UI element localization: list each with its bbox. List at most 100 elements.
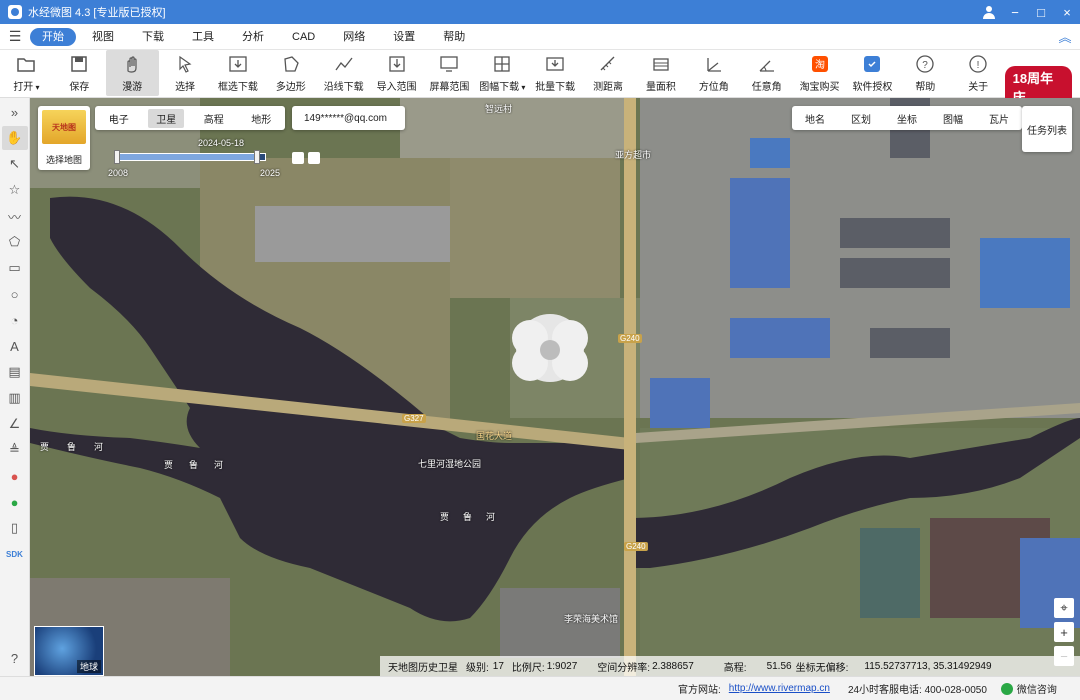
hamburger-menu-icon[interactable]: ☰	[0, 28, 30, 45]
taobao-icon: 淘	[810, 54, 830, 74]
help-circle-icon[interactable]: ?	[2, 646, 28, 670]
task-list-button[interactable]: 任务列表	[1022, 106, 1072, 152]
map-source-selector[interactable]: 天地图 选择地图	[38, 106, 90, 170]
angle-icon	[757, 54, 777, 74]
toolbar-folder-button[interactable]: 打开	[0, 50, 53, 96]
footer-bar: 官方网站: http://www.rivermap.cn 24小时客服电话: 4…	[0, 676, 1080, 700]
layer-stack-icon[interactable]: ▥	[2, 386, 28, 410]
measure-ruler-icon[interactable]: ▤	[2, 360, 28, 384]
toolbar-save-button[interactable]: 保存	[53, 50, 106, 96]
toolbar-import-range-button[interactable]: 导入范围	[370, 50, 423, 96]
tab-network[interactable]: 网络	[331, 28, 377, 46]
menu-bar: ☰ 开始 视图 下载 工具 分析 CAD 网络 设置 帮助 ︽	[0, 24, 1080, 50]
toolbar-measure-area-button[interactable]: 量面积	[635, 50, 688, 96]
tab-download[interactable]: 下载	[130, 28, 176, 46]
label-river-middle: 贾鲁河	[164, 460, 240, 470]
toolbar-screen-range-button[interactable]: 屏幕范围	[423, 50, 476, 96]
toolbar-polygon-button[interactable]: 多边形	[264, 50, 317, 96]
polyline-icon[interactable]: 〰	[2, 204, 28, 228]
toolbar-hand-button[interactable]: 漫游	[105, 50, 159, 96]
tab-cad[interactable]: CAD	[280, 28, 327, 46]
timeline-prev-button[interactable]	[292, 152, 304, 164]
maximize-button[interactable]: □	[1028, 0, 1054, 24]
svg-text:淘: 淘	[815, 58, 825, 71]
toolbar-license-button[interactable]: 软件授权	[846, 50, 899, 96]
map-type-vector[interactable]: 电子	[101, 109, 137, 128]
toolbar-label: 屏幕范围	[429, 81, 470, 93]
toolbar-label: 任意角	[751, 81, 782, 93]
toolbar-line-download-button[interactable]: 沿线下载	[317, 50, 370, 96]
layer-coordinates[interactable]: 坐标	[897, 111, 917, 126]
user-icon[interactable]	[976, 0, 1002, 24]
toolbar-label: 方位角	[698, 81, 729, 93]
expand-sidebar-icon[interactable]: »	[2, 100, 28, 124]
account-email[interactable]: 149******@qq.com	[292, 106, 405, 130]
status-scale-label: 比例尺:	[511, 662, 545, 674]
pan-hand-icon[interactable]: ✋	[1, 126, 28, 150]
timeline-end-year: 2025	[260, 168, 281, 178]
globe-label: 地球	[76, 660, 101, 673]
tab-tools[interactable]: 工具	[180, 28, 226, 46]
toolbar-measure-distance-button[interactable]: 测距离	[582, 50, 635, 96]
tab-start[interactable]: 开始	[30, 27, 76, 46]
map-type-terrain[interactable]: 地形	[243, 109, 279, 128]
box-download-icon	[228, 54, 248, 74]
zoom-in-button[interactable]: +	[1054, 622, 1074, 642]
toolbar-azimuth-button[interactable]: 方位角	[687, 50, 740, 96]
map-type-tabs: 电子 卫星 高程 地形	[95, 106, 285, 130]
toolbar-cursor-button[interactable]: 选择	[159, 50, 212, 96]
tab-view[interactable]: 视图	[80, 28, 126, 46]
tab-settings[interactable]: 设置	[381, 28, 427, 46]
device-icon[interactable]: ▯	[2, 516, 28, 540]
layer-sheets[interactable]: 图幅	[943, 111, 963, 126]
toolbar-info-button[interactable]: ! 关于	[952, 50, 1005, 96]
road-badge-g240-south: G240	[624, 542, 648, 551]
toolbar-box-download-button[interactable]: 框选下载	[212, 50, 265, 96]
close-button[interactable]: ×	[1054, 0, 1080, 24]
marker-icon[interactable]: ☆	[2, 178, 28, 202]
tab-analysis[interactable]: 分析	[230, 28, 276, 46]
status-elevation: 51.56	[766, 660, 792, 672]
sdk-icon[interactable]: SDK	[2, 542, 28, 566]
layer-tiles[interactable]: 瓦片	[989, 111, 1009, 126]
toolbar-sheet-download-button[interactable]: 图幅下载	[476, 50, 529, 96]
layer-placenames[interactable]: 地名	[805, 111, 825, 126]
line-download-icon	[334, 54, 354, 74]
tab-help[interactable]: 帮助	[431, 28, 477, 46]
circle-icon[interactable]: ○	[2, 282, 28, 306]
layer-districts[interactable]: 区划	[851, 111, 871, 126]
toolbar-angle-button[interactable]: 任意角	[740, 50, 793, 96]
collapse-ribbon-icon[interactable]: ︽	[1050, 27, 1080, 46]
timeline-handle[interactable]	[254, 150, 260, 164]
wechat-consult[interactable]: 微信咨询	[1000, 681, 1057, 696]
app-logo-icon	[8, 5, 22, 19]
toolbar-help-button[interactable]: ? 帮助	[899, 50, 952, 96]
toolbar-taobao-button[interactable]: 淘淘宝购买	[793, 50, 846, 96]
globe-minimap[interactable]: 地球	[34, 626, 104, 676]
elevation-icon[interactable]: ≜	[2, 438, 28, 462]
status-source: 天地图历史卫星	[388, 662, 458, 674]
timeline-slider[interactable]	[116, 153, 266, 161]
select-arrow-icon[interactable]: ↖	[2, 152, 28, 176]
label-museum: 李荣海美术馆	[564, 614, 619, 624]
toolbar-batch-download-button[interactable]: 批量下载	[529, 50, 582, 96]
map-type-elevation[interactable]: 高程	[196, 109, 232, 128]
green-plugin-icon[interactable]: ●	[2, 490, 28, 514]
support-phone: 24小时客服电话: 400-028-0050	[847, 685, 987, 696]
angle-tool-icon[interactable]: ∠	[2, 412, 28, 436]
timeline-next-button[interactable]	[308, 152, 320, 164]
color-plugin-icon[interactable]: ●	[2, 464, 28, 488]
toolbar-label: 图幅下载	[479, 78, 525, 93]
official-site-link[interactable]: http://www.rivermap.cn	[729, 683, 830, 694]
window-title: 水经微图 4.3 [专业版已授权]	[28, 7, 166, 19]
minimize-button[interactable]: −	[1002, 0, 1028, 24]
sector-icon[interactable]: ◔	[2, 308, 28, 332]
map-type-satellite[interactable]: 卫星	[148, 108, 185, 128]
status-resolution-label: 空间分辨率:	[597, 662, 651, 674]
locate-icon[interactable]: ⌖	[1054, 598, 1074, 618]
polygon-draw-icon[interactable]: ⬠	[2, 230, 28, 254]
timeline-start-handle[interactable]	[114, 150, 120, 164]
text-icon[interactable]: A	[2, 334, 28, 358]
rectangle-icon[interactable]: ▭	[2, 256, 28, 280]
map-view[interactable]: 智远村 亚方超市 国花大道 贾鲁河 贾鲁河 贾鲁河 七里河湿地公园 李荣海美术馆…	[30, 98, 1080, 676]
